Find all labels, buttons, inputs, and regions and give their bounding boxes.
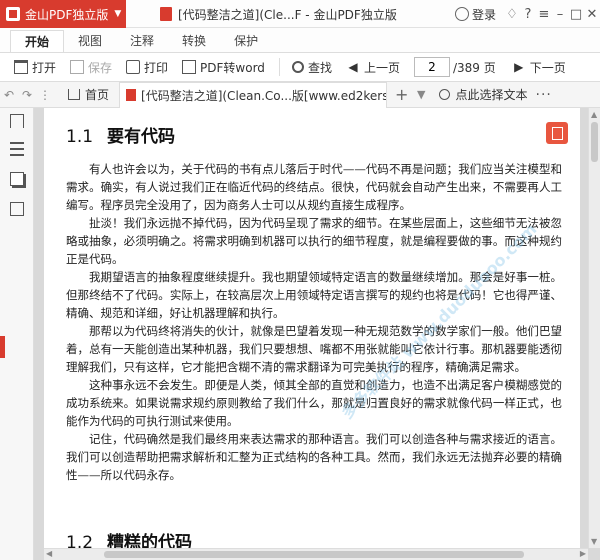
open-button[interactable]: 打开 (14, 59, 56, 76)
section-title: 糟糕的代码 (107, 533, 193, 548)
document-tab-label: [代码整洁之道](Clean.Co...版[www.ed2kers.com] (141, 88, 388, 103)
tab-protect[interactable]: 保护 (220, 30, 272, 52)
tab-convert[interactable]: 转换 (168, 30, 220, 52)
tab-annotate[interactable]: 注释 (116, 30, 168, 52)
save-icon (70, 60, 85, 74)
convert-icon (182, 60, 197, 74)
home-icon (68, 89, 80, 100)
app-logo-icon (6, 7, 20, 21)
paragraph: 那帮以为代码终将消失的伙计，就像是巴望着发现一种无规范数学的数学家们一般。他们巴… (66, 324, 562, 374)
page-body: 有人也许会以为，关于代码的书有点儿落后于时代——代码不再是问题；我们应当关注模型… (66, 160, 562, 484)
scroll-right-icon[interactable]: ▶ (580, 549, 586, 558)
print-button[interactable]: 打印 (126, 59, 168, 76)
pdf-to-word-button[interactable]: PDF转word (182, 59, 265, 76)
document-viewport: 1.1 要有代码 有人也许会以为，关于代码的书有点儿落后于时代——代码不再是问题；… (34, 108, 600, 560)
print-label: 打印 (144, 60, 169, 75)
scroll-up-icon[interactable]: ▲ (591, 110, 597, 119)
window-title-text: [代码整洁之道](Cle...F - 金山PDF独立版 (178, 7, 397, 22)
close-icon[interactable]: ✕ (584, 7, 600, 22)
login-button[interactable]: 登录 (472, 6, 496, 23)
tab-start[interactable]: 开始 (10, 30, 65, 52)
back-icon[interactable]: ↶ (0, 88, 18, 102)
page-total: /389 页 (452, 60, 496, 75)
menu-icon[interactable]: ≡ (536, 7, 552, 22)
section-heading: 1.2 糟糕的代码 (66, 528, 192, 548)
pdf-icon (126, 89, 137, 101)
window-title: [代码整洁之道](Cle...F - 金山PDF独立版 (160, 0, 397, 28)
brand-label: 金山PDF独立版 (25, 7, 109, 22)
prev-page-button[interactable]: ◀ 上一页 (346, 59, 400, 76)
print-icon (126, 60, 141, 74)
page-number-input[interactable] (413, 57, 450, 77)
next-icon: ▶ (514, 60, 524, 74)
find-button[interactable]: 查找 (291, 59, 332, 76)
section-number: 1.1 (66, 127, 94, 147)
section-number: 1.2 (66, 533, 94, 548)
open-label: 打开 (32, 60, 57, 75)
next-page-button[interactable]: ▶ 下一页 (512, 59, 566, 76)
section-heading: 1.1 要有代码 (66, 122, 175, 147)
title-bar: 金山PDF独立版 ▼ [代码整洁之道](Cle...F - 金山PDF独立版 登… (0, 0, 600, 28)
search-icon (291, 61, 304, 73)
more-icon[interactable]: ··· (536, 87, 552, 103)
scroll-left-icon[interactable]: ◀ (46, 549, 52, 558)
vertical-scroll-thumb[interactable] (591, 122, 598, 162)
home-tab-label: 首页 (85, 88, 110, 102)
skin-icon[interactable]: ♢ (504, 7, 520, 22)
window-controls: 登录 ♢ ? ≡ – □ ✕ (454, 0, 600, 28)
extract-icon[interactable] (10, 202, 24, 216)
select-text-button[interactable]: 点此选择文本 (439, 86, 528, 103)
scroll-down-icon[interactable]: ▼ (591, 537, 597, 546)
layers-icon[interactable] (10, 172, 24, 186)
prev-icon: ◀ (348, 60, 358, 74)
prev-page-label: 上一页 (363, 60, 400, 75)
save-button[interactable]: 保存 (70, 59, 112, 76)
left-sidebar (0, 108, 34, 560)
document-tabs-bar: ↶ ↷ ⋮ 首页 [代码整洁之道](Clean.Co...版[www.ed2ke… (0, 81, 600, 108)
chevron-down-icon: ▼ (114, 9, 122, 19)
help-icon[interactable]: ? (520, 7, 536, 22)
vertical-scrollbar[interactable]: ▲ ▼ (588, 108, 600, 548)
sidebar-toggle-handle[interactable] (0, 336, 5, 358)
forward-icon[interactable]: ↷ (18, 88, 36, 102)
maximize-icon[interactable]: □ (568, 7, 584, 22)
section-title: 要有代码 (107, 127, 176, 147)
paragraph: 有人也许会以为，关于代码的书有点儿落后于时代——代码不再是问题；我们应当关注模型… (66, 162, 562, 212)
ribbon-tabs: 开始 视图 注释 转换 保护 (0, 28, 600, 52)
horizontal-scroll-thumb[interactable] (104, 551, 524, 558)
brand-menu-button[interactable]: 金山PDF独立版 ▼ (0, 0, 126, 28)
save-label: 保存 (88, 60, 113, 75)
select-text-label: 点此选择文本 (455, 88, 528, 102)
find-label: 查找 (307, 60, 332, 75)
toolbar: 打开 保存 打印 PDF转word 查找 ◀ 上一页 /389 页 ▶ 下一页 (0, 52, 600, 82)
toolbar-divider (278, 58, 280, 76)
next-page-label: 下一页 (529, 60, 566, 75)
paragraph: 记住，代码确然是我们最终用来表达需求的那种语言。我们可以创造各种与需求接近的语言… (66, 432, 562, 482)
floating-tool-button[interactable] (546, 122, 568, 144)
list-icon[interactable] (10, 142, 24, 156)
tab-view[interactable]: 视图 (64, 30, 116, 52)
pdf-page: 1.1 要有代码 有人也许会以为，关于代码的书有点儿落后于时代——代码不再是问题；… (44, 108, 580, 548)
pdf-to-word-label: PDF转word (200, 60, 265, 75)
bookmark-icon[interactable] (10, 114, 24, 128)
home-tab[interactable]: 首页 (58, 82, 119, 108)
add-tab-icon[interactable]: + (395, 85, 409, 104)
chevron-down-icon[interactable]: ▼ (417, 88, 425, 101)
active-document-tab[interactable]: [代码整洁之道](Clean.Co...版[www.ed2kers.com] ✕ (119, 81, 388, 108)
overflow-icon[interactable]: ⋮ (36, 88, 54, 102)
pdf-icon (160, 7, 172, 21)
paragraph: 这种事永远不会发生。即便是人类，倾其全部的直觉和创造力，也造不出满足客户模糊感觉… (66, 378, 562, 428)
open-icon (14, 60, 28, 74)
search-icon (439, 89, 451, 100)
minimize-icon[interactable]: – (552, 7, 568, 22)
horizontal-scrollbar[interactable]: ◀ ▶ (44, 548, 588, 560)
user-icon[interactable] (454, 7, 469, 21)
